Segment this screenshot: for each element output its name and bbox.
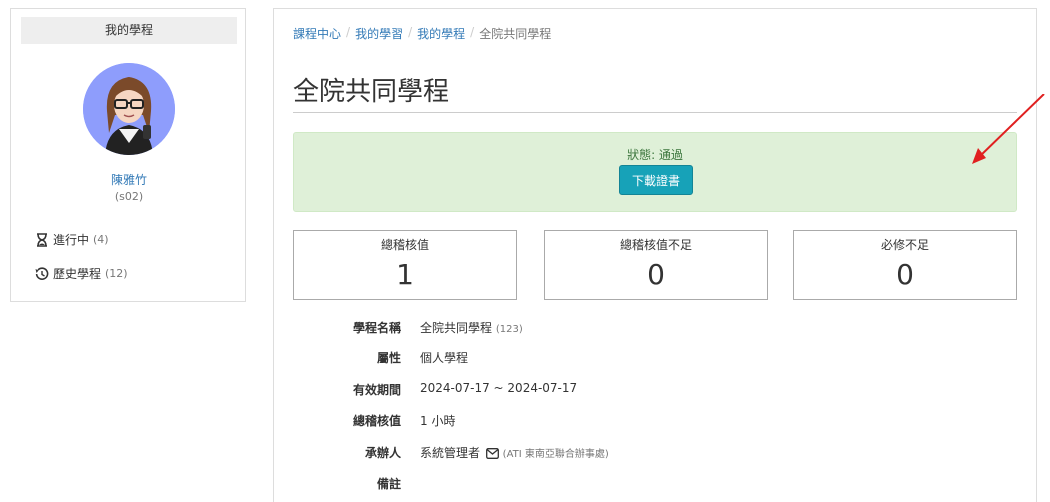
breadcrumb: 課程中心 / 我的學習 / 我的學程 / 全院共同學程 (293, 25, 552, 42)
envelope-icon[interactable] (485, 448, 499, 462)
info-label: 承辦人 (364, 446, 401, 460)
sidebar-item-in-progress[interactable]: 進行中 (4) (35, 231, 109, 248)
info-row-organizer: 承辦人 系統管理者 (ATI 東南亞聯合辦事處) (293, 444, 1017, 464)
sidebar-item-count: (12) (105, 267, 128, 280)
status-alert: 狀態: 通過 下載證書 (293, 132, 1017, 212)
info-value: 系統管理者 (420, 446, 481, 460)
info-label: 學程名稱 (352, 321, 401, 335)
stat-total-hours: 總稽核值 1 (293, 230, 517, 300)
download-certificate-button[interactable]: 下載證書 (619, 165, 693, 195)
info-label: 有效期間 (352, 383, 401, 397)
sidebar: 我的學程 陳雅竹 (s02) 進行中 (4) 歷史學程 (12) (10, 8, 246, 302)
info-label: 總稽核值 (352, 414, 401, 428)
stat-value: 0 (896, 258, 914, 291)
info-value: 1 小時 (420, 414, 456, 428)
info-value: 2024-07-17 ~ 2024-07-17 (420, 381, 578, 395)
sidebar-item-history[interactable]: 歷史學程 (12) (35, 265, 128, 282)
avatar (83, 63, 175, 155)
info-row-period: 有效期間 2024-07-17 ~ 2024-07-17 (293, 381, 1017, 401)
info-label: 屬性 (376, 351, 401, 365)
sidebar-item-count: (4) (93, 233, 109, 246)
info-row-note: 備註 (293, 475, 1017, 495)
info-organizer-org: (ATI 東南亞聯合辦事處) (502, 449, 609, 460)
breadcrumb-my-programs[interactable]: 我的學程 (417, 25, 465, 42)
info-row-name: 學程名稱 全院共同學程 (123) (293, 319, 1017, 339)
info-value: 個人學程 (420, 351, 469, 365)
main-panel: 課程中心 / 我的學習 / 我的學程 / 全院共同學程 全院共同學程 狀態: 通過 下… (273, 8, 1045, 502)
stat-value: 1 (396, 258, 414, 291)
sidebar-item-label: 歷史學程 (53, 267, 102, 281)
info-value: 全院共同學程 (420, 321, 493, 335)
page-title: 全院共同學程 (293, 77, 450, 107)
title-divider (293, 112, 1017, 113)
user-name[interactable]: 陳雅竹 (11, 171, 247, 188)
hourglass-icon (35, 232, 49, 247)
stat-required-shortfall: 必修不足 0 (793, 230, 1017, 300)
info-row-total: 總稽核值 1 小時 (293, 412, 1017, 432)
sidebar-title: 我的學程 (21, 17, 237, 44)
info-label: 備註 (376, 477, 401, 491)
info-count: (123) (495, 324, 523, 335)
stat-value: 0 (647, 258, 665, 291)
stat-hours-shortfall: 總稽核值不足 0 (544, 230, 768, 300)
stat-label: 總稽核值不足 (619, 238, 692, 252)
stat-label: 必修不足 (880, 238, 929, 252)
breadcrumb-my-learning[interactable]: 我的學習 (355, 25, 403, 42)
sidebar-item-label: 進行中 (53, 233, 90, 247)
status-text: 狀態: 通過 (627, 148, 683, 162)
stat-label: 總稽核值 (380, 238, 429, 252)
user-id: (s02) (114, 190, 144, 203)
breadcrumb-current: 全院共同學程 (479, 27, 552, 41)
breadcrumb-course-center[interactable]: 課程中心 (293, 25, 341, 42)
history-icon (35, 266, 49, 281)
info-row-attribute: 屬性 個人學程 (293, 349, 1017, 369)
